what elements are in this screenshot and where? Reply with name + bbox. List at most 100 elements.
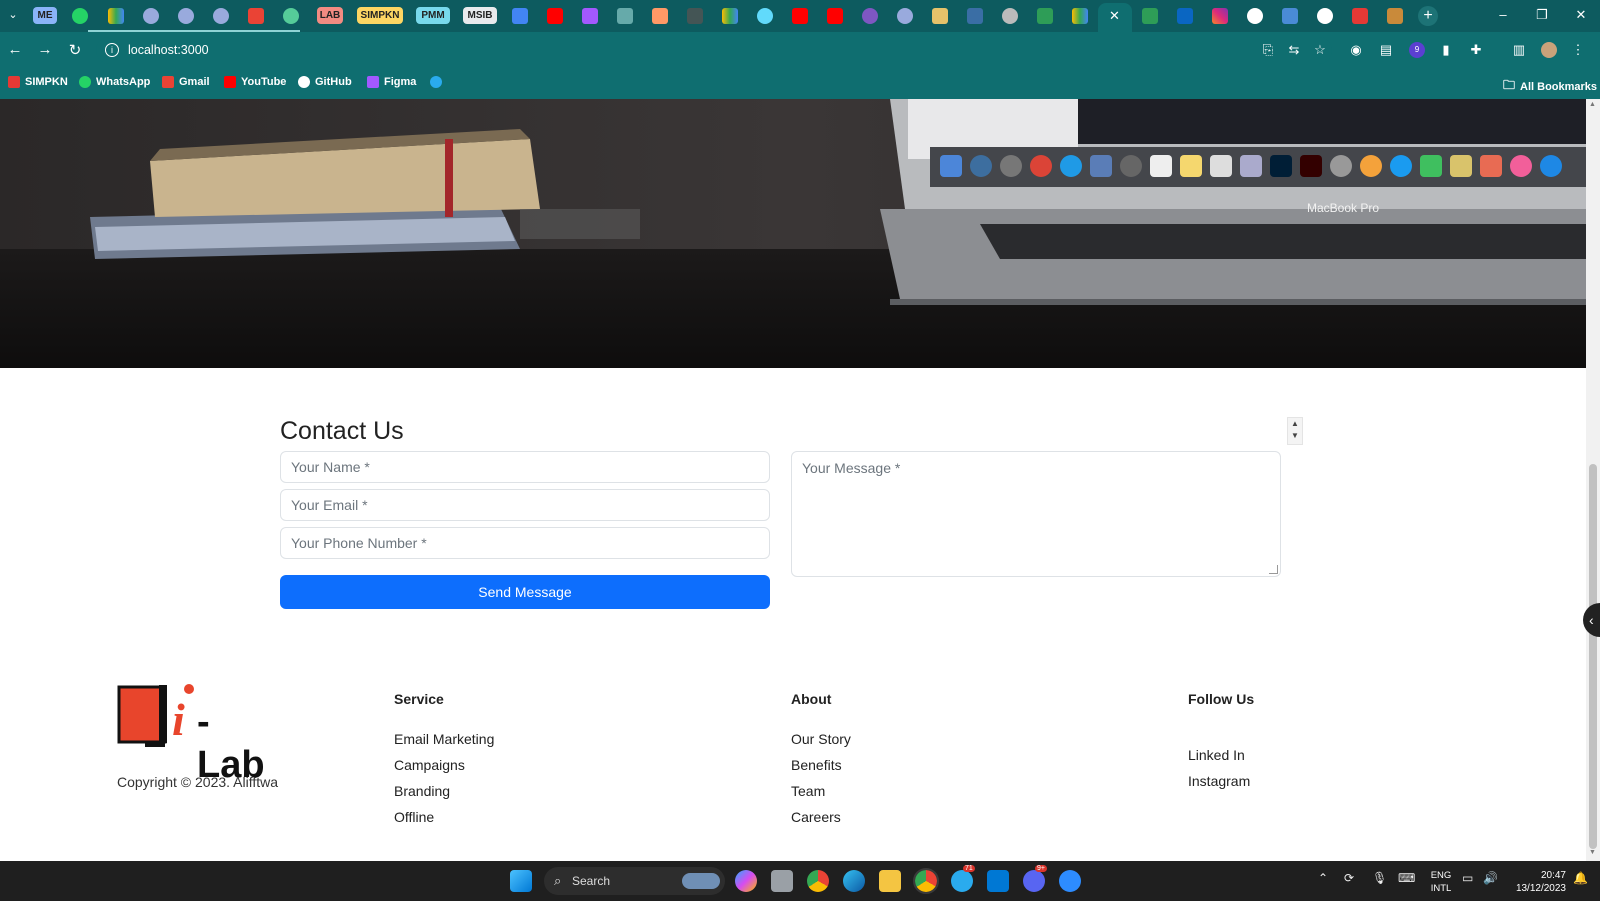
scroll-up-icon[interactable]: ▲ <box>1589 101 1596 108</box>
bookmark-figma[interactable]: Figma <box>367 76 416 88</box>
send-message-button[interactable]: Send Message <box>280 575 770 609</box>
site-tab-icon[interactable] <box>687 8 703 24</box>
site-tab-icon[interactable] <box>932 8 948 24</box>
discord-icon[interactable]: 9+ <box>1023 865 1047 892</box>
chrome-active-icon[interactable] <box>913 868 939 894</box>
gmail-tab-icon[interactable] <box>248 8 264 24</box>
side-panel-icon[interactable]: ▥ <box>1511 42 1527 58</box>
tab-simpkn[interactable]: SIMPKN <box>357 7 403 24</box>
task-view-icon[interactable] <box>771 870 793 892</box>
page-scrollbar[interactable]: ▲ ▼ <box>1586 99 1600 861</box>
restore-icon[interactable]: ❐ <box>1532 7 1552 23</box>
new-tab-button[interactable]: + <box>1418 6 1438 26</box>
message-textarea[interactable]: Your Message * <box>791 451 1281 577</box>
copilot-icon[interactable] <box>735 870 757 892</box>
sync-icon[interactable]: ⟳ <box>1344 871 1354 885</box>
all-bookmarks[interactable]: 🗀 All Bookmarks <box>1503 76 1597 97</box>
scrollbar-thumb[interactable] <box>1589 464 1597 849</box>
language-indicator[interactable]: ENG INTL <box>1428 869 1454 895</box>
reading-extension-icon[interactable]: ▤ <box>1378 42 1394 58</box>
site-tab-icon[interactable] <box>1142 8 1158 24</box>
reload-icon[interactable]: ↻ <box>65 41 85 59</box>
extension-icon[interactable]: 9 <box>1409 42 1425 58</box>
profile-avatar[interactable] <box>1541 42 1557 58</box>
edge-icon[interactable] <box>843 870 865 892</box>
volume-icon[interactable]: 🔊 <box>1483 871 1498 885</box>
screenshot-extension-icon[interactable]: ◉ <box>1348 42 1364 58</box>
telegram-icon[interactable]: 71 <box>951 865 975 892</box>
drive-tab-icon[interactable] <box>108 8 124 24</box>
footer-link-campaigns[interactable]: Campaigns <box>394 757 465 773</box>
tab-me[interactable]: ME <box>33 7 57 24</box>
phone-input[interactable]: Your Phone Number * <box>280 527 770 559</box>
site-tab-icon[interactable] <box>897 8 913 24</box>
youtube-tab-icon[interactable] <box>827 8 843 24</box>
footer-link-offline[interactable]: Offline <box>394 809 434 825</box>
site-tab-icon[interactable] <box>1002 8 1018 24</box>
bookmark-github[interactable]: GitHub <box>298 76 352 88</box>
forward-icon[interactable]: → <box>35 41 55 58</box>
minimize-icon[interactable]: – <box>1493 7 1513 22</box>
whatsapp-tab-icon[interactable] <box>72 8 88 24</box>
google-tab-icon[interactable] <box>1247 8 1263 24</box>
file-explorer-icon[interactable] <box>879 870 901 892</box>
tab-msib[interactable]: MSIB <box>463 7 497 24</box>
email-input[interactable]: Your Email * <box>280 489 770 521</box>
microphone-icon[interactable]: 🎙 <box>1372 871 1387 885</box>
vscode-icon[interactable] <box>987 870 1009 892</box>
site-tab-icon[interactable] <box>652 8 668 24</box>
site-tab-icon[interactable] <box>617 8 633 24</box>
keyboard-icon[interactable]: ⌨ <box>1398 871 1415 885</box>
site-tab-icon[interactable] <box>178 8 194 24</box>
drive-tab-icon[interactable] <box>1072 8 1088 24</box>
resize-grip-icon[interactable] <box>1269 565 1278 574</box>
react-tab-icon[interactable] <box>757 8 773 24</box>
network-icon[interactable]: ▭ <box>1462 871 1473 885</box>
site-tab-icon[interactable] <box>1037 8 1053 24</box>
zoom-icon[interactable] <box>1059 870 1081 892</box>
footer-link-instagram[interactable]: Instagram <box>1188 773 1250 789</box>
url-field[interactable]: i localhost:3000 ⎘ ⇆ ☆ <box>96 37 1332 64</box>
footer-logo[interactable]: i -Lab <box>117 679 277 786</box>
tab-search-icon[interactable]: ⌄ <box>5 8 21 24</box>
bookmark-whatsapp[interactable]: WhatsApp <box>79 76 150 88</box>
footer-link-team[interactable]: Team <box>791 783 825 799</box>
windows-start-icon[interactable] <box>510 870 532 892</box>
site-tab-icon[interactable] <box>1352 8 1368 24</box>
linkedin-tab-icon[interactable] <box>1177 8 1193 24</box>
bookmark-youtube[interactable]: YouTube <box>224 76 286 88</box>
extension-icon[interactable]: ▮ <box>1438 42 1454 58</box>
footer-link-linkedin[interactable]: Linked In <box>1188 747 1245 763</box>
site-tab-icon[interactable] <box>283 8 299 24</box>
close-tab-icon[interactable]: ✕ <box>1109 8 1120 24</box>
close-window-icon[interactable]: ✕ <box>1571 7 1591 23</box>
drive-tab-icon[interactable] <box>722 8 738 24</box>
google-tab-icon[interactable] <box>1317 8 1333 24</box>
install-app-icon[interactable]: ⎘ <box>1260 42 1276 58</box>
taskbar-search[interactable]: ⌕ Search <box>544 867 725 895</box>
back-icon[interactable]: ← <box>5 41 25 58</box>
translate-icon[interactable]: ⇆ <box>1286 42 1302 58</box>
notification-bell-icon[interactable]: 🔔 <box>1573 871 1588 885</box>
site-tab-icon[interactable] <box>967 8 983 24</box>
active-tab[interactable]: ✕ <box>1098 3 1132 32</box>
bookmark-simpkn[interactable]: SIMPKN <box>8 76 68 88</box>
site-tab-icon[interactable] <box>1282 8 1298 24</box>
footer-link-careers[interactable]: Careers <box>791 809 841 825</box>
youtube-tab-icon[interactable] <box>547 8 563 24</box>
site-tab-icon[interactable] <box>143 8 159 24</box>
site-info-icon[interactable]: i <box>105 43 119 57</box>
figma-tab-icon[interactable] <box>582 8 598 24</box>
bookmark-gmail[interactable]: Gmail <box>162 76 210 88</box>
docs-tab-icon[interactable] <box>512 8 528 24</box>
tab-pmm[interactable]: PMM <box>416 7 450 24</box>
system-clock[interactable]: 20:47 13/12/2023 <box>1510 869 1566 895</box>
scroll-down-icon[interactable]: ▼ <box>1589 849 1596 856</box>
youtube-tab-icon[interactable] <box>792 8 808 24</box>
scroll-spinner[interactable]: ▲ ▼ <box>1287 417 1303 445</box>
tab-lab[interactable]: LAB <box>317 7 343 24</box>
tray-overflow-icon[interactable]: ⌃ <box>1318 871 1328 885</box>
footer-link-branding[interactable]: Branding <box>394 783 450 799</box>
footer-link-email-marketing[interactable]: Email Marketing <box>394 731 494 747</box>
footer-link-benefits[interactable]: Benefits <box>791 757 842 773</box>
